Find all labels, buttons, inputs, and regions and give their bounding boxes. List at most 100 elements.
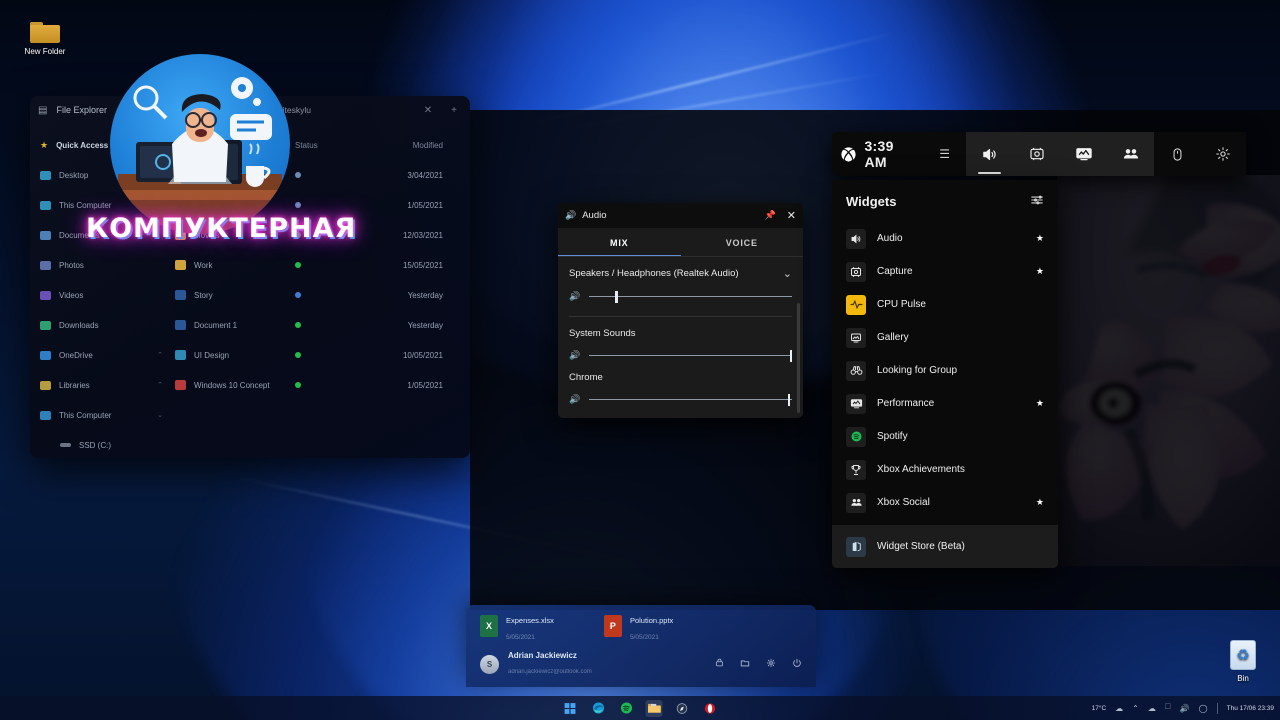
recommended-item-polution[interactable]: P Polution.pptx 5/05/2021	[603, 615, 673, 644]
opera-button[interactable]	[702, 700, 719, 717]
slider-track[interactable]	[589, 349, 793, 362]
table-row[interactable]: Story Yesterday	[175, 280, 462, 310]
cloud-status-icon	[295, 171, 301, 178]
chevron-up-icon[interactable]: ⌃	[157, 381, 163, 389]
widget-item-gallery[interactable]: Gallery	[832, 321, 1058, 354]
compass-button[interactable]	[674, 700, 691, 717]
start-menu[interactable]: X Expenses.xlsx 5/05/2021 P Polution.ppt…	[466, 605, 816, 687]
word-file-icon	[175, 290, 186, 300]
widget-label: Xbox Social	[877, 497, 930, 508]
settings-icon[interactable]	[766, 658, 776, 670]
file-explorer-button[interactable]	[645, 699, 663, 717]
tab-mix[interactable]: MIX	[558, 228, 681, 257]
edge-button[interactable]	[590, 700, 607, 717]
widget-item-looking-for-group[interactable]: Looking for Group	[832, 354, 1058, 387]
trophy-icon	[846, 459, 866, 480]
capture-icon[interactable]	[1013, 132, 1060, 176]
table-row[interactable]: Work 15/05/2021	[175, 250, 462, 280]
taskbar-apps	[562, 699, 719, 717]
widget-item-capture[interactable]: Capture ★	[832, 255, 1058, 288]
chevron-down-icon[interactable]: ⌄	[157, 411, 163, 419]
output-device-selector[interactable]: Speakers / Headphones (Realtek Audio) ⌄	[569, 267, 792, 280]
chrome-volume-slider[interactable]: 🔊	[569, 393, 792, 406]
channel-watermark-text: КОМПУКТЕРНАЯ	[86, 213, 357, 244]
app-label-system-sounds: System Sounds	[569, 328, 636, 339]
desktop-icon-new-folder[interactable]: New Folder	[8, 20, 82, 57]
slider-track[interactable]	[589, 393, 792, 406]
recommended-item-expenses[interactable]: X Expenses.xlsx 5/05/2021	[480, 615, 554, 644]
sidebar-item-videos[interactable]: Videos	[40, 280, 175, 310]
pin-icon[interactable]: 📌	[765, 210, 776, 221]
clock[interactable]: Thu 17/06 23:39	[1227, 704, 1274, 713]
slider-thumb[interactable]	[787, 393, 791, 406]
onedrive-icon	[40, 350, 51, 360]
sidebar-item-downloads[interactable]: Downloads	[40, 310, 175, 340]
weather-icon[interactable]: ☁	[1115, 704, 1123, 713]
documents-icon[interactable]	[740, 658, 750, 670]
hamburger-menu-icon[interactable]: ▤	[38, 105, 47, 116]
power-icon[interactable]	[792, 658, 802, 670]
tab-voice[interactable]: VOICE	[681, 228, 804, 257]
pinned-star-icon[interactable]: ★	[1036, 398, 1044, 409]
audio-widget-header: 🔊 Audio 📌 ✕	[558, 203, 803, 228]
widget-item-audio[interactable]: Audio ★	[832, 222, 1058, 255]
chevron-up-icon[interactable]: ⌃	[157, 351, 163, 359]
xbox-social-icon[interactable]	[1107, 132, 1154, 176]
sidebar-item-this-computer-2[interactable]: This Computer ⌄	[40, 400, 175, 430]
pinned-star-icon[interactable]: ★	[1036, 233, 1044, 244]
temperature-label[interactable]: 17°C	[1092, 705, 1107, 712]
start-button[interactable]	[562, 700, 579, 717]
widget-item-cpu-pulse[interactable]: CPU Pulse	[832, 288, 1058, 321]
sidebar-item-onedrive[interactable]: OneDrive ⌃	[40, 340, 175, 370]
close-icon[interactable]: ✕	[787, 209, 796, 222]
sidebar-item-libraries[interactable]: Libraries ⌃	[40, 370, 175, 400]
widget-item-xbox-social[interactable]: Xbox Social ★	[832, 486, 1058, 519]
spotify-button[interactable]	[618, 700, 635, 717]
photos-icon	[40, 260, 51, 270]
widget-item-xbox-achievements[interactable]: Xbox Achievements	[832, 453, 1058, 486]
desktop-icon-bin[interactable]: Bin	[1206, 640, 1280, 684]
xbox-logo-icon[interactable]	[832, 146, 864, 163]
system-sounds-volume-slider[interactable]: 🔊	[569, 349, 793, 362]
sidebar-item-ssd-c[interactable]: SSD (C:)	[40, 430, 175, 458]
sidebar-item-photos[interactable]: Photos	[40, 250, 175, 280]
app-label-chrome: Chrome	[569, 372, 603, 383]
cell-modified: 3/04/2021	[407, 170, 443, 180]
battery-icon[interactable]: 🗆	[1165, 701, 1171, 715]
table-row[interactable]: UI Design 10/05/2021	[175, 340, 462, 370]
pinned-star-icon[interactable]: ★	[1036, 266, 1044, 277]
folder-icon	[30, 20, 60, 43]
network-icon[interactable]: ◯	[1199, 704, 1208, 713]
audio-icon[interactable]	[966, 132, 1013, 176]
widget-item-spotify[interactable]: Spotify	[832, 420, 1058, 453]
slider-thumb[interactable]	[615, 290, 618, 303]
slider-track[interactable]	[589, 290, 792, 303]
widgets-panel[interactable]: Widgets Audio ★ Capture ★ CPU Pulse Gall…	[832, 180, 1058, 568]
hamburger-menu-icon[interactable]: ☰	[939, 147, 950, 161]
settings-gear-icon[interactable]	[1200, 132, 1246, 176]
sidebar-item-label: Downloads	[59, 320, 99, 330]
device-volume-slider[interactable]: 🔊	[569, 290, 792, 303]
mouse-icon[interactable]	[1154, 132, 1200, 176]
pinned-star-icon[interactable]: ★	[1036, 497, 1044, 508]
table-row[interactable]: Document 1 Yesterday	[175, 310, 462, 340]
widget-item-performance[interactable]: Performance ★	[832, 387, 1058, 420]
performance-icon[interactable]	[1060, 132, 1107, 176]
column-modified[interactable]: Modified	[365, 141, 443, 150]
computer-icon	[40, 200, 51, 210]
widget-store-button[interactable]: Widget Store (Beta)	[832, 525, 1058, 568]
new-tab-button[interactable]: +	[446, 105, 462, 116]
avatar[interactable]: S	[480, 654, 499, 674]
close-tab-button[interactable]: ✕	[419, 105, 437, 116]
column-status[interactable]: Status	[295, 141, 365, 150]
volume-icon[interactable]: 🔊	[1180, 704, 1190, 713]
chevron-down-icon[interactable]: ⌄	[783, 267, 792, 280]
audio-widget[interactable]: 🔊 Audio 📌 ✕ MIX VOICE Speakers / Headpho…	[558, 203, 803, 418]
table-row[interactable]: Windows 10 Concept 1/05/2021	[175, 370, 462, 400]
onedrive-icon[interactable]: ☁	[1148, 704, 1156, 713]
show-hidden-icons-chevron[interactable]: ⌃	[1132, 704, 1139, 713]
slider-thumb[interactable]	[789, 349, 793, 362]
sliders-icon[interactable]	[1030, 193, 1044, 210]
lock-icon[interactable]	[715, 658, 724, 670]
scrollbar[interactable]	[797, 303, 800, 413]
